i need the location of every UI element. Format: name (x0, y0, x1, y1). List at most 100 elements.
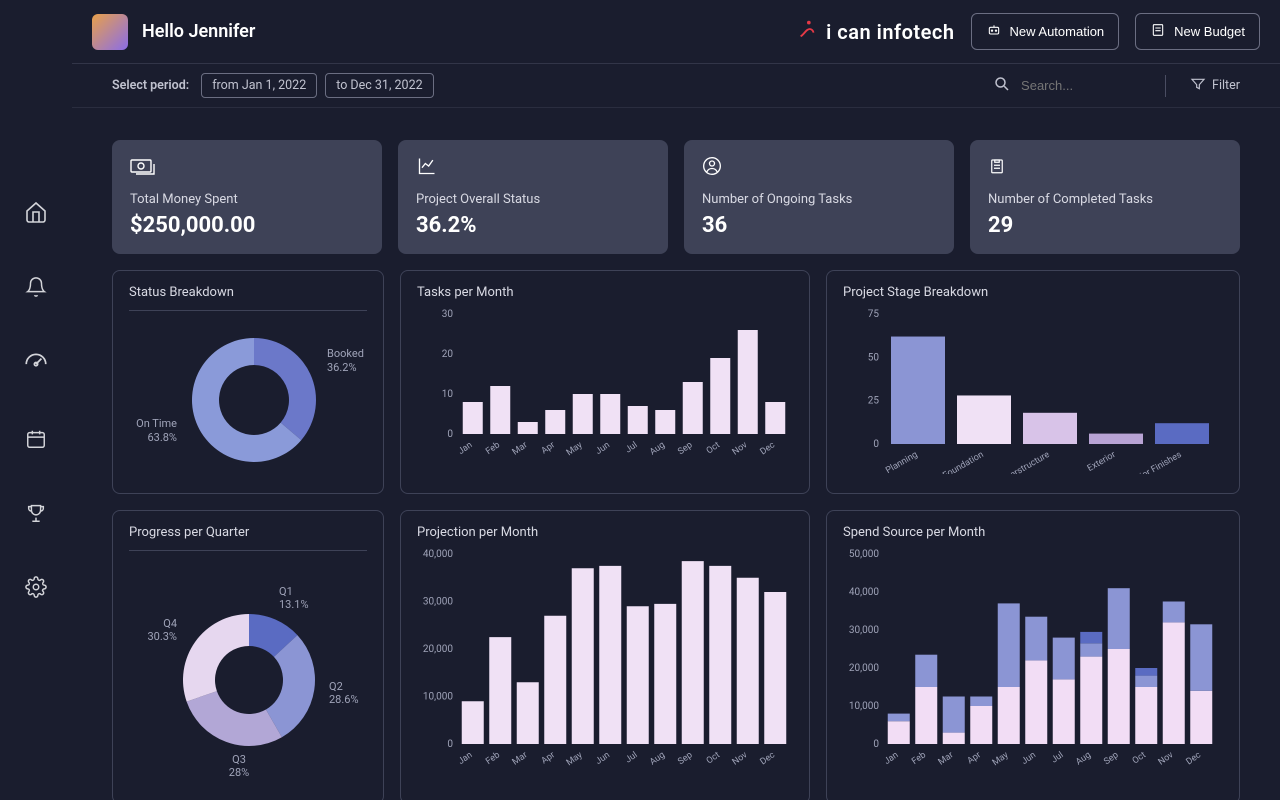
svg-text:Oct: Oct (705, 750, 722, 766)
svg-text:May: May (565, 750, 585, 768)
svg-text:May: May (991, 750, 1011, 768)
svg-text:0: 0 (447, 429, 453, 440)
svg-text:10,000: 10,000 (849, 701, 879, 712)
home-icon[interactable] (24, 200, 48, 228)
svg-text:Sep: Sep (676, 440, 694, 457)
date-from-chip[interactable]: from Jan 1, 2022 (201, 73, 317, 98)
svg-text:Feb: Feb (484, 750, 502, 767)
svg-text:Planning: Planning (884, 450, 919, 474)
svg-text:Oct: Oct (705, 440, 722, 456)
card-spend-source: Spend Source per Month 010,00020,00030,0… (826, 510, 1240, 800)
svg-text:Sep: Sep (1102, 750, 1120, 767)
svg-text:Apr: Apr (540, 750, 557, 766)
svg-text:Jul: Jul (624, 750, 640, 765)
date-to-chip[interactable]: to Dec 31, 2022 (325, 73, 433, 98)
svg-text:0: 0 (873, 739, 879, 750)
kpi-completed-tasks: Number of Completed Tasks 29 (970, 140, 1240, 254)
kpi-label: Project Overall Status (416, 192, 650, 207)
svg-text:30.3%: 30.3% (147, 630, 177, 643)
kpi-row: Total Money Spent $250,000.00 Project Ov… (112, 140, 1240, 254)
greeting: Hello Jennifer (142, 21, 255, 42)
robot-icon (986, 22, 1002, 41)
gear-icon[interactable] (25, 576, 47, 602)
bell-icon[interactable] (25, 276, 47, 302)
card-title: Status Breakdown (129, 285, 367, 311)
svg-text:10,000: 10,000 (423, 692, 453, 703)
period-label: Select period: (112, 78, 189, 93)
svg-text:Aug: Aug (648, 750, 667, 767)
gauge-icon[interactable] (23, 350, 49, 380)
avatar[interactable] (92, 14, 128, 50)
svg-text:0: 0 (873, 439, 879, 450)
kpi-value: 36 (702, 213, 936, 238)
chart-status-breakdown: Booked36.2% On Time63.8% (129, 315, 369, 475)
svg-text:Booked: Booked (327, 347, 364, 360)
svg-text:36.2%: 36.2% (327, 361, 357, 374)
svg-text:Q1: Q1 (279, 585, 293, 598)
header: Hello Jennifer i can infotech New Automa… (72, 0, 1280, 64)
kpi-label: Total Money Spent (130, 192, 364, 207)
kpi-ongoing-tasks: Number of Ongoing Tasks 36 (684, 140, 954, 254)
svg-text:13.1%: 13.1% (279, 598, 309, 611)
divider (1165, 75, 1166, 97)
trophy-icon[interactable] (25, 502, 47, 528)
new-budget-button[interactable]: New Budget (1135, 13, 1260, 50)
svg-text:Jul: Jul (1050, 750, 1066, 765)
svg-text:Feb: Feb (910, 750, 928, 767)
svg-text:20,000: 20,000 (423, 644, 453, 655)
search-input[interactable] (1021, 78, 1141, 93)
svg-text:Dec: Dec (1185, 750, 1204, 767)
svg-text:Aug: Aug (1074, 750, 1093, 767)
svg-text:Mar: Mar (511, 440, 530, 457)
svg-text:Mar: Mar (511, 750, 530, 767)
svg-text:Feb: Feb (484, 440, 502, 457)
brand-logo: i can infotech (796, 18, 954, 46)
svg-text:Interior Finishes: Interior Finishes (1123, 450, 1184, 474)
kpi-label: Number of Ongoing Tasks (702, 192, 936, 207)
svg-text:Dec: Dec (759, 750, 778, 767)
svg-text:40,000: 40,000 (849, 587, 879, 598)
svg-text:Jun: Jun (1020, 750, 1038, 767)
svg-text:Sep: Sep (676, 750, 694, 767)
person-icon (702, 161, 722, 180)
card-tasks-per-month: Tasks per Month 0102030JanFebMarAprMayJu… (400, 270, 810, 494)
card-project-stage: Project Stage Breakdown 0255075PlanningF… (826, 270, 1240, 494)
kpi-overall-status: Project Overall Status 36.2% (398, 140, 668, 254)
svg-text:Oct: Oct (1131, 750, 1148, 766)
toolbar: Select period: from Jan 1, 2022 to Dec 3… (72, 64, 1280, 108)
svg-text:Jun: Jun (594, 440, 612, 457)
svg-text:Foundation: Foundation (941, 450, 985, 474)
kpi-value: $250,000.00 (130, 213, 364, 238)
chart-projection: 010,00020,00030,00040,000JanFebMarAprMay… (417, 544, 795, 774)
document-icon (1150, 22, 1166, 41)
brand-name: i can infotech (826, 20, 954, 44)
svg-text:Q3: Q3 (232, 753, 246, 766)
svg-text:30: 30 (442, 309, 454, 320)
svg-text:Apr: Apr (966, 750, 983, 766)
new-automation-button[interactable]: New Automation (971, 13, 1120, 50)
clipboard-icon (988, 161, 1006, 180)
svg-text:On Time: On Time (136, 417, 177, 430)
svg-text:Nov: Nov (731, 440, 750, 458)
svg-text:Mar: Mar (937, 750, 956, 767)
calendar-icon[interactable] (25, 428, 47, 454)
search-icon[interactable] (993, 75, 1011, 97)
kpi-total-money: Total Money Spent $250,000.00 (112, 140, 382, 254)
svg-text:Dec: Dec (759, 440, 778, 457)
svg-text:50,000: 50,000 (849, 549, 879, 560)
card-title: Spend Source per Month (843, 525, 1223, 540)
svg-text:Aug: Aug (648, 440, 667, 457)
svg-text:Jun: Jun (594, 750, 612, 767)
svg-text:25: 25 (868, 396, 880, 407)
svg-text:28%: 28% (229, 766, 249, 779)
card-title: Tasks per Month (417, 285, 793, 300)
chart-spend-source: 010,00020,00030,00040,00050,000JanFebMar… (843, 544, 1221, 774)
svg-text:40,000: 40,000 (423, 549, 453, 560)
svg-text:75: 75 (868, 309, 880, 320)
svg-text:63.8%: 63.8% (147, 431, 177, 444)
filter-button[interactable]: Filter (1190, 76, 1240, 96)
svg-text:Jan: Jan (883, 750, 901, 767)
kpi-label: Number of Completed Tasks (988, 192, 1222, 207)
svg-text:Jan: Jan (457, 440, 475, 457)
svg-text:Exterior: Exterior (1086, 450, 1118, 474)
